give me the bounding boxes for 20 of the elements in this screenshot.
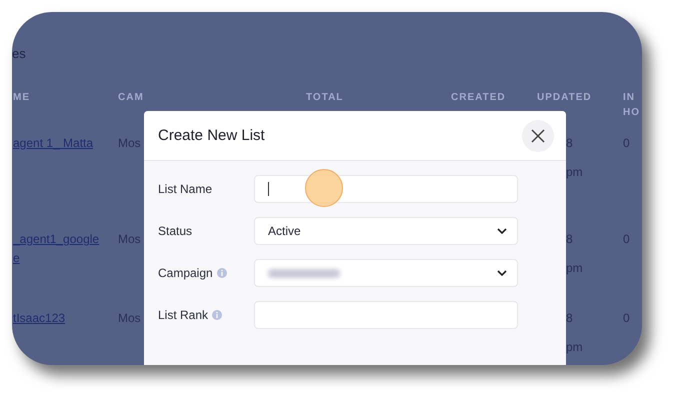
column-header: CREATED [451, 91, 506, 105]
close-icon [531, 128, 545, 142]
select-field[interactable] [254, 259, 518, 287]
field-label: Campaign [158, 266, 213, 280]
text-field[interactable] [254, 301, 518, 329]
column-header: TOTAL [306, 91, 344, 105]
chevron-down-icon [497, 228, 507, 234]
column-header: CAM [118, 91, 144, 105]
column-header: HO [623, 106, 640, 120]
column-header: ME [13, 91, 30, 105]
field-label: List Name [158, 182, 212, 196]
column-header: IN [623, 91, 635, 105]
page-title: es [12, 46, 26, 61]
field-label: List Rank [158, 308, 208, 322]
field-label: Status [158, 224, 192, 238]
column-header: UPDATED [537, 91, 592, 105]
dialog-title: Create New List [158, 127, 265, 144]
chevron-down-icon [497, 270, 507, 276]
select-field[interactable]: Active [254, 217, 518, 245]
close-button[interactable] [522, 120, 554, 152]
